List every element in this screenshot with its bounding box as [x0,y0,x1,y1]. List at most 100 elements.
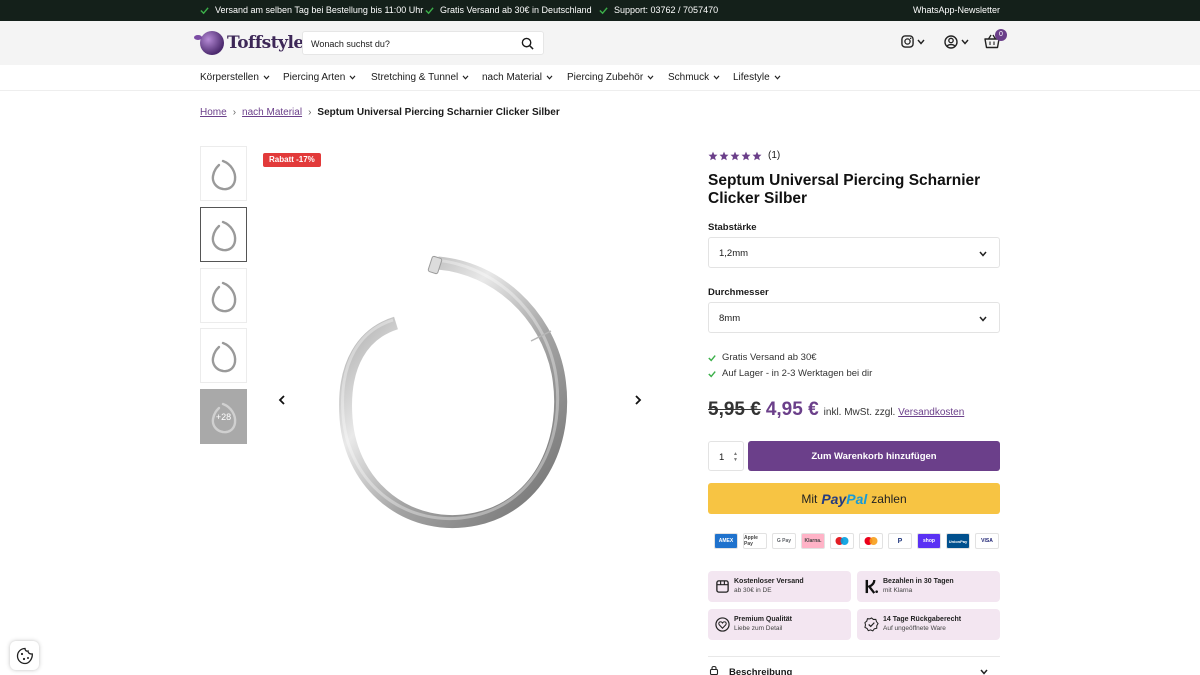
breadcrumb-current: Septum Universal Piercing Scharnier Clic… [317,107,560,118]
nav-label[interactable]: Piercing Arten [283,72,345,83]
feature-title: Bezahlen in 30 Tagen [883,578,954,585]
breadcrumb-separator: › [308,107,312,118]
nav-label[interactable]: Lifestyle [733,72,770,83]
description-label[interactable]: Beschreibung [729,667,792,675]
add-to-cart-button[interactable]: Zum Warenkorb hinzufügen [748,441,1000,471]
nav-label[interactable]: Schmuck [668,72,709,83]
star-icon [741,151,751,160]
nav-item-nach-material[interactable]: nach Material [482,72,553,83]
check-icon [200,6,209,14]
top-announcement-bar: Versand am selben Tag bei Bestellung bis… [0,0,1200,21]
quantity-stepper[interactable]: 1 ▲ ▼ [708,441,744,471]
amex-icon: AMEX [714,533,738,549]
star-icon [708,151,718,160]
search-input[interactable] [311,36,511,51]
feature-subtitle: Auf ungeöffnete Ware [883,625,946,632]
feature-subtitle: Liebe zum Detail [734,625,783,632]
feature-returns: 14 Tage Rückgaberecht Auf ungeöffnete Wa… [857,609,1000,640]
gallery-prev-button[interactable] [275,393,287,407]
usp-text: Gratis Versand ab 30€ in Deutschland [440,5,592,15]
chevron-down-icon [917,39,925,45]
maestro-icon [830,533,854,549]
heart-icon [715,617,730,632]
feature-free-shipping: Kostenloser Versand ab 30€ in DE [708,571,851,602]
cookie-icon[interactable] [16,647,34,665]
nav-item-lifestyle[interactable]: Lifestyle [733,72,781,83]
klarna-icon: Klarna. [801,533,825,549]
select-value[interactable]: 1,2mm [719,248,748,259]
nav-label[interactable]: nach Material [482,72,542,83]
product-title: Septum Universal Piercing Scharnier Clic… [708,172,981,207]
feature-klarna: Bezahlen in 30 Tagen mit Klarna [857,571,1000,602]
nav-item-piercing-zubehoer[interactable]: Piercing Zubehör [567,72,654,83]
sale-badge: Rabatt -17% [263,153,321,167]
feature-subtitle: mit Klarna [883,587,913,594]
nav-item-stretching-tunnel[interactable]: Stretching & Tunnel [371,72,469,83]
unionpay-icon: UnionPay [946,533,970,549]
usp-same-day-shipping: Versand am selben Tag bei Bestellung bis… [200,5,423,15]
nav-label[interactable]: Stretching & Tunnel [371,72,458,83]
feature-title: 14 Tage Rückgaberecht [883,616,962,623]
chevron-down-icon [774,75,781,80]
old-price: 5,95 € [708,399,761,420]
breadcrumb: Home › nach Material › Septum Universal … [200,107,560,118]
paypal-logo-pay: Pay [821,490,847,507]
nav-label[interactable]: Körperstellen [200,72,259,83]
newsletter-label[interactable]: WhatsApp-Newsletter [913,5,1000,15]
paypal-logo-pal: Pal [846,490,868,507]
shipping-costs-link[interactable]: Versandkosten [898,407,964,418]
thumbnail-2[interactable] [200,207,247,262]
chevron-right-icon[interactable] [634,395,642,405]
box-icon [716,580,729,593]
thumbnail-more[interactable]: +28 [200,389,247,444]
quantity-spin-icon[interactable]: ▲ ▼ [733,451,738,463]
breadcrumb-category-link[interactable]: nach Material [242,107,302,118]
instagram-icon[interactable] [901,35,914,48]
cookie-settings-button[interactable] [10,641,39,670]
ring-thumbnail-image [211,281,236,312]
shop-pay-icon: shop [917,533,941,549]
review-count[interactable]: (1) [768,150,780,161]
description-accordion[interactable]: Beschreibung [708,656,1000,675]
thumbnail-4[interactable] [200,328,247,383]
search-box[interactable] [302,31,544,55]
nav-item-schmuck[interactable]: Schmuck [668,72,720,83]
whatsapp-newsletter-link[interactable]: WhatsApp-Newsletter [913,5,1000,15]
select-value[interactable]: 8mm [719,313,740,324]
nav-item-koerperstellen[interactable]: Körperstellen [200,72,270,83]
check-icon [425,6,434,14]
search-icon[interactable] [521,37,534,50]
feature-title: Kostenloser Versand [734,578,804,585]
check-icon [708,370,716,377]
chevron-down-icon [979,316,987,322]
logo[interactable]: Toffstyle [194,30,304,56]
user-icon[interactable] [944,35,958,49]
account-menu[interactable] [944,35,969,49]
durchmesser-select[interactable]: 8mm [708,302,1000,333]
chevron-down-icon [462,75,469,80]
feature-subtitle: ab 30€ in DE [734,587,772,594]
gallery-next-button[interactable] [632,393,644,407]
thumbnail-3[interactable] [200,268,247,323]
chevron-left-icon[interactable] [278,395,285,405]
ring-thumbnail-image [211,220,236,251]
nav-item-piercing-arten[interactable]: Piercing Arten [283,72,356,83]
stabstaerke-select[interactable]: 1,2mm [708,237,1000,268]
option-label-stabstaerke: Stabstärke [708,222,757,233]
breadcrumb-home-link[interactable]: Home [200,107,227,118]
site-header: Toffstyle [0,21,1200,65]
nav-label[interactable]: Piercing Zubehör [567,72,643,83]
chevron-down-icon [349,75,356,80]
main-navigation: Körperstellen Piercing Arten Stretching … [0,65,1200,91]
badge-check-icon [864,617,879,632]
feature-quality: Premium Qualität Liebe zum Detail [708,609,851,640]
tax-text: inkl. MwSt. zzgl. [823,407,896,418]
paypal-checkout-button[interactable]: Mit Pay Pal zahlen [708,483,1000,514]
check-icon [599,6,608,14]
google-pay-icon: G Pay [772,533,796,549]
product-rating[interactable]: (1) [708,150,780,161]
quantity-value[interactable]: 1 [719,452,724,463]
instagram-menu[interactable] [901,35,925,48]
logo-text: Toffstyle [227,33,304,53]
thumbnail-1[interactable] [200,146,247,201]
